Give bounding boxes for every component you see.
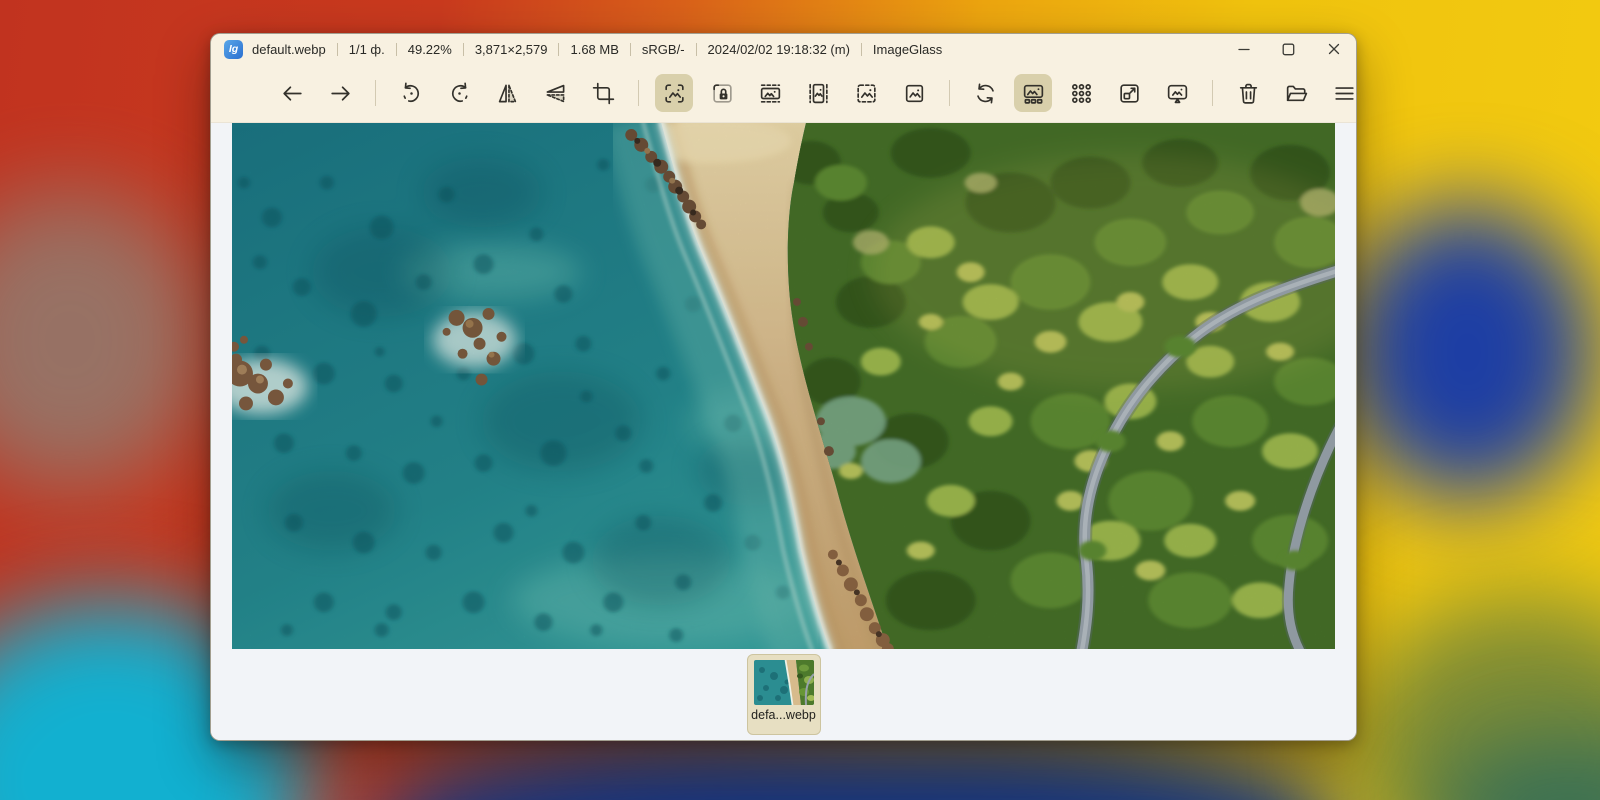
trash-icon xyxy=(1236,81,1261,106)
crop-icon xyxy=(591,81,616,106)
titlebar-color-profile: sRGB/- xyxy=(642,42,685,57)
grid-dots-icon xyxy=(1069,81,1094,106)
minimize-button[interactable] xyxy=(1221,34,1266,64)
titlebar-dimensions: 3,871×2,579 xyxy=(475,42,548,57)
minimize-icon xyxy=(1238,43,1250,55)
rotate-left-button[interactable] xyxy=(392,74,430,112)
refresh-icon xyxy=(973,81,998,106)
titlebar-separator xyxy=(630,43,631,56)
thumbnail-selected[interactable]: defa...webp xyxy=(747,654,821,735)
scale-to-fit-icon xyxy=(854,81,879,106)
view-actual-size-button[interactable] xyxy=(1110,74,1148,112)
rotate-left-icon xyxy=(399,81,424,106)
titlebar: Ig default.webp 1/1 ф. 49.22% 3,871×2,57… xyxy=(211,34,1356,64)
window-controls xyxy=(1221,34,1356,64)
app-logo-icon: Ig xyxy=(224,40,243,59)
flip-vertical-icon xyxy=(543,81,568,106)
titlebar-zoom-level: 49.22% xyxy=(408,42,452,57)
close-icon xyxy=(1328,43,1340,55)
thumbnail-image xyxy=(754,660,814,705)
next-image-button[interactable] xyxy=(321,74,359,112)
scale-to-fill-button[interactable] xyxy=(895,74,933,112)
thumbnail-gallery-bar: defa...webp xyxy=(211,649,1356,740)
auto-zoom-button[interactable] xyxy=(655,74,693,112)
titlebar-separator xyxy=(337,43,338,56)
close-button[interactable] xyxy=(1311,34,1356,64)
toolbar-separator xyxy=(949,80,950,106)
imageglass-window: Ig default.webp 1/1 ф. 49.22% 3,871×2,57… xyxy=(210,33,1357,741)
flip-horizontal-icon xyxy=(495,81,520,106)
auto-zoom-icon xyxy=(662,81,687,106)
main-photo-canvas[interactable] xyxy=(232,123,1335,649)
folder-open-icon xyxy=(1284,81,1309,106)
titlebar-separator xyxy=(558,43,559,56)
arrow-left-icon xyxy=(280,81,305,106)
toolbar-separator xyxy=(638,80,639,106)
titlebar-separator xyxy=(861,43,862,56)
lock-zoom-ratio-button[interactable] xyxy=(703,74,741,112)
scale-to-fit-button[interactable] xyxy=(847,74,885,112)
toggle-gallery-button[interactable] xyxy=(1014,74,1052,112)
scale-to-width-icon xyxy=(758,81,783,106)
maximize-icon xyxy=(1282,43,1295,56)
toolbar-separator xyxy=(375,80,376,106)
gallery-icon xyxy=(1021,81,1046,106)
delete-image-button[interactable] xyxy=(1229,74,1267,112)
toolbar-separator xyxy=(1212,80,1213,106)
toolbar xyxy=(211,64,1356,123)
titlebar-app-name: ImageGlass xyxy=(873,42,942,57)
scale-to-fill-icon xyxy=(902,81,927,106)
actual-size-icon xyxy=(1117,81,1142,106)
crop-button[interactable] xyxy=(584,74,622,112)
titlebar-separator xyxy=(396,43,397,56)
rotate-right-button[interactable] xyxy=(440,74,478,112)
rotate-right-icon xyxy=(447,81,472,106)
scale-to-height-icon xyxy=(806,81,831,106)
slideshow-button[interactable] xyxy=(1158,74,1196,112)
titlebar-separator xyxy=(696,43,697,56)
previous-image-button[interactable] xyxy=(273,74,311,112)
titlebar-filename: default.webp xyxy=(252,42,326,57)
arrow-right-icon xyxy=(328,81,353,106)
flip-vertical-button[interactable] xyxy=(536,74,574,112)
checkerboard-background-button[interactable] xyxy=(1062,74,1100,112)
hamburger-menu-icon xyxy=(1332,81,1357,106)
titlebar-index: 1/1 ф. xyxy=(349,42,385,57)
image-viewer xyxy=(211,123,1356,649)
titlebar-separator xyxy=(463,43,464,56)
scale-to-height-button[interactable] xyxy=(799,74,837,112)
flip-horizontal-button[interactable] xyxy=(488,74,526,112)
refresh-button[interactable] xyxy=(966,74,1004,112)
scale-to-width-button[interactable] xyxy=(751,74,789,112)
main-menu-button[interactable] xyxy=(1325,74,1357,112)
wallpaper-gray-blob xyxy=(0,190,210,490)
titlebar-modified-date: 2024/02/02 19:18:32 (m) xyxy=(708,42,850,57)
titlebar-file-size: 1.68 MB xyxy=(570,42,618,57)
wallpaper-navy-blob xyxy=(1340,205,1595,500)
thumbnail-label: defa...webp xyxy=(751,708,816,722)
slideshow-icon xyxy=(1165,81,1190,106)
open-file-button[interactable] xyxy=(1277,74,1315,112)
lock-icon xyxy=(710,81,735,106)
maximize-button[interactable] xyxy=(1266,34,1311,64)
